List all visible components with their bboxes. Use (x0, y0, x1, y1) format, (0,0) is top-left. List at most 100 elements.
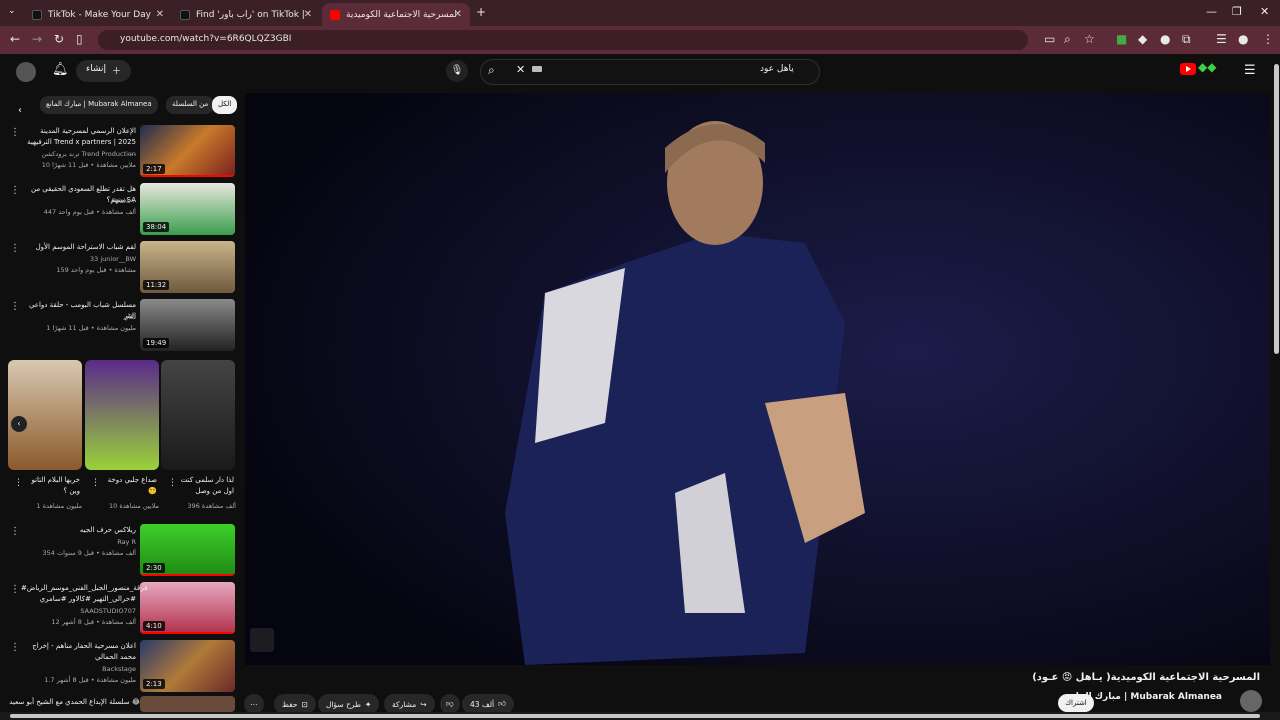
more-options-icon[interactable]: ⋮ (10, 127, 20, 138)
more-options-icon[interactable]: ⋮ (10, 642, 20, 653)
sparkle-icon: ✦ (365, 699, 372, 709)
vertical-scrollbar[interactable] (1272, 56, 1280, 716)
list-item[interactable]: 2:17 الإعلان الرسمي لمسرحية المدينة التر… (0, 125, 240, 181)
more-options-icon[interactable]: ⋮ (14, 478, 23, 488)
new-tab-icon[interactable]: + (476, 5, 486, 19)
keyboard-icon[interactable] (532, 66, 542, 72)
youtube-icon (330, 9, 340, 20)
menu-kebab-icon[interactable]: ⋮ (1262, 32, 1274, 46)
thumbs-up-icon: 👍︎ (498, 699, 506, 708)
list-item[interactable]: 11:32 لقم شباب الاستراحة الموسم الأول 33… (0, 241, 240, 297)
list-item[interactable]: 38:04 هل تقدر تطلع السعودي الحقيقي من بي… (0, 183, 240, 239)
chip-series[interactable]: من السلسلة (166, 96, 215, 114)
more-options-icon[interactable]: ⋮ (168, 478, 177, 488)
maximize-icon[interactable]: ❐ (1232, 5, 1242, 18)
tab-list-icon[interactable]: ⌄ (8, 6, 16, 16)
chevron-left-icon[interactable]: ‹ (18, 105, 22, 116)
tiktok-icon (180, 9, 190, 20)
video-thumbnail[interactable]: 2:17 (140, 125, 235, 177)
like-button[interactable]: 43 ألف 👍︎ (462, 694, 514, 714)
sidepanel-icon[interactable]: ▯ (76, 32, 83, 46)
channel-avatar[interactable] (1240, 690, 1262, 712)
close-icon[interactable]: ✕ (304, 9, 312, 20)
shorts-shelf: ‹ ⋮ خربها البلام التاتو وين ؟ 1 مليون مش… (8, 360, 238, 520)
voice-search-icon[interactable]: 🎙︎ (446, 60, 468, 82)
reload-icon[interactable]: ↻ (54, 32, 64, 46)
browser-toolbar: ← → ↻ ▯ youtube.com/watch?v=6R6QLQZ3GBI … (0, 26, 1280, 54)
scrollbar-thumb[interactable] (10, 714, 1260, 718)
list-item[interactable]: 2:13 اعلان مسرحية الحفار مناهم - إخراج م… (0, 640, 240, 696)
avatar[interactable] (16, 62, 36, 82)
short-thumbnail[interactable] (85, 360, 159, 470)
zoom-icon[interactable]: ⌕ (1064, 32, 1071, 47)
back-icon[interactable]: ← (10, 32, 20, 46)
video-thumbnail[interactable]: 11:32 (140, 241, 235, 293)
short-thumbnail[interactable] (8, 360, 82, 470)
extension-icon[interactable]: ● (1160, 32, 1170, 46)
tab-tiktok[interactable]: TikTok - Make Your Day ✕ (24, 3, 172, 26)
share-button[interactable]: مشاركة ↪ (384, 694, 435, 714)
clear-search-icon[interactable]: ✕ (516, 63, 525, 76)
watch-progress (140, 632, 235, 634)
video-thumbnail[interactable]: 38:04 (140, 183, 235, 235)
related-sidebar: ‹ مبارك المانع | Mubarak Almanea من السل… (0, 90, 245, 720)
video-thumbnail[interactable]: 2:13 (140, 640, 235, 692)
list-item[interactable]: 4:10 #فرقة_منصور_الجبل_الفني_موسم_الرياض… (0, 582, 240, 638)
plus-icon: ＋ (112, 67, 122, 77)
browser-tabbar: ⌄ TikTok - Make Your Day ✕ Find 'راب باو… (0, 0, 1280, 26)
more-options-icon[interactable]: ⋮ (91, 478, 100, 488)
more-options-icon[interactable]: ⋮ (10, 301, 20, 312)
reading-list-icon[interactable]: ☰ (1216, 32, 1227, 46)
more-options-icon[interactable]: ⋮ (10, 584, 20, 595)
share-icon: ↪ (420, 699, 427, 709)
cast-icon[interactable]: ▭ (1044, 32, 1055, 46)
video-frame (245, 93, 1270, 665)
list-item[interactable]: 19:49 مسلسل شباب البومب - حلقة دواعي الن… (0, 299, 240, 355)
more-actions-button[interactable]: ⋯ (244, 694, 264, 714)
thumbs-down-icon: 👎︎ (446, 699, 454, 708)
subscribe-button[interactable]: اشتراك (1058, 694, 1094, 712)
tab-youtube[interactable]: المسرحية الاجتماعية الكوميدية ✕ (322, 3, 470, 26)
extension-icon[interactable]: ■ (1116, 32, 1127, 46)
video-player[interactable] (245, 93, 1270, 665)
dislike-button[interactable]: 👎︎ (440, 694, 460, 714)
create-button[interactable]: إنشاء ＋ (76, 60, 132, 82)
video-thumbnail[interactable]: 2:30 (140, 524, 235, 576)
more-options-icon[interactable]: ⋮ (10, 243, 20, 254)
video-thumbnail[interactable] (140, 696, 235, 712)
watch-progress (140, 574, 235, 576)
window-close-icon[interactable]: ✕ (1260, 5, 1269, 18)
bookmark-star-icon[interactable]: ☆ (1084, 32, 1095, 46)
hamburger-menu-icon[interactable]: ☰ (1244, 63, 1256, 78)
notifications-bell-icon[interactable]: 🔔︎ (52, 62, 69, 77)
scrollbar-thumb[interactable] (1274, 64, 1279, 354)
tab-tiktok-find[interactable]: Find 'راب باور' on TikTok | TikTok ✕ (172, 3, 320, 26)
extension-icon[interactable]: ◆ (1138, 32, 1147, 46)
search-icon[interactable]: ⌕ (488, 63, 495, 78)
youtube-logo[interactable] (1180, 63, 1196, 75)
ask-button[interactable]: طرح سؤال ✦ (318, 694, 380, 714)
save-button[interactable]: حفظ ⊡ (274, 694, 316, 714)
video-thumbnail[interactable]: 19:49 (140, 299, 235, 351)
video-thumbnail[interactable]: 4:10 (140, 582, 235, 634)
close-icon[interactable]: ✕ (454, 9, 462, 20)
more-options-icon[interactable]: ⋮ (10, 526, 20, 537)
forward-icon[interactable]: → (32, 32, 42, 46)
profile-avatar-icon[interactable]: ● (1238, 32, 1248, 46)
address-bar[interactable]: youtube.com/watch?v=6R6QLQZ3GBI (98, 30, 1028, 50)
more-options-icon[interactable]: ⋮ (10, 185, 20, 196)
bookmark-icon: ⊡ (301, 699, 308, 709)
horizontal-scrollbar[interactable] (0, 712, 1280, 720)
close-icon[interactable]: ✕ (156, 9, 164, 20)
extensions-puzzle-icon[interactable]: ⧉ (1182, 32, 1191, 47)
channel-watermark (250, 628, 274, 652)
watch-progress (140, 175, 235, 177)
more-horizontal-icon: ⋯ (250, 699, 258, 709)
list-item[interactable]: 2:30 ريلاكس حرف الجيه Ray R 354 ألف مشاه… (0, 524, 240, 580)
chip-channel[interactable]: مبارك المانع | Mubarak Almanea (40, 96, 158, 114)
chevron-left-icon[interactable]: ‹ (11, 416, 27, 432)
chip-all[interactable]: الكل (212, 96, 238, 114)
short-thumbnail[interactable] (161, 360, 235, 470)
video-title: (يـاهل 😡 عـود )المسرحية الاجتماعية الكوم… (1032, 672, 1260, 683)
minimize-icon[interactable]: — (1206, 5, 1217, 18)
